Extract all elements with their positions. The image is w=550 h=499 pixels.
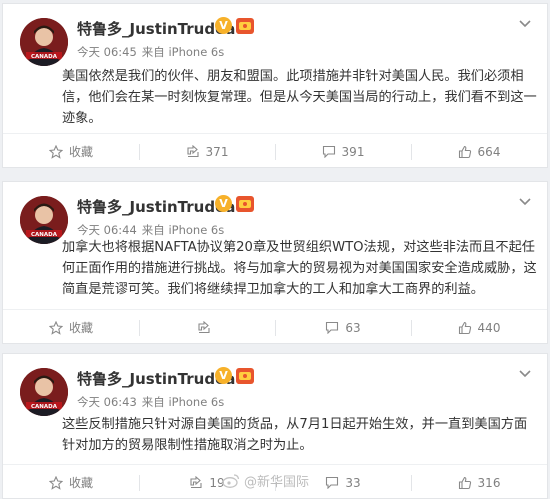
avatar[interactable]: CANADA	[20, 18, 68, 66]
post-text: 美国依然是我们的伙伴、朋友和盟国。此项措施并非针对美国人民。我们必须相信，他们会…	[62, 69, 537, 126]
action-bar: 收藏 63 440	[3, 309, 547, 345]
rank-badge-icon	[236, 17, 254, 34]
post-source: 来自 iPhone 6s	[141, 223, 225, 237]
favorite-button[interactable]: 收藏	[3, 310, 139, 345]
post-source: 来自 iPhone 6s	[141, 45, 225, 59]
repost-count: 371	[205, 144, 229, 159]
like-icon	[458, 321, 471, 334]
comment-count: 33	[345, 475, 361, 490]
watermark-text: @新华国际	[244, 475, 310, 490]
badges: V	[215, 17, 254, 34]
star-icon	[48, 320, 63, 335]
like-count: 664	[477, 144, 501, 159]
action-bar: 收藏 371 391 664	[3, 133, 547, 169]
comment-icon	[326, 476, 339, 489]
repost-button[interactable]	[139, 310, 275, 345]
verified-v-icon: V	[215, 367, 232, 384]
comment-count: 391	[341, 144, 365, 159]
comment-icon	[326, 321, 339, 334]
like-button[interactable]: 440	[411, 310, 547, 345]
comment-count: 63	[345, 320, 361, 335]
post-time[interactable]: 今天 06:45	[77, 45, 137, 59]
comment-button[interactable]: 63	[275, 310, 411, 345]
weibo-logo-icon	[222, 474, 240, 488]
favorite-button[interactable]: 收藏	[3, 134, 139, 169]
post-time[interactable]: 今天 06:44	[77, 223, 137, 237]
star-icon	[48, 475, 63, 490]
verified-v-icon: V	[215, 17, 232, 34]
like-icon	[458, 476, 471, 489]
weibo-feed: CANADA 特鲁多_JustinTrudeau V 今天 06:45 来自 iP…	[0, 0, 550, 499]
like-button[interactable]: 664	[411, 134, 547, 169]
svg-text:CANADA: CANADA	[31, 404, 58, 410]
favorite-label: 收藏	[68, 476, 93, 490]
post-meta: 今天 06:44 来自 iPhone 6s	[77, 222, 229, 238]
comment-button[interactable]: 391	[275, 134, 411, 169]
post-text: 加拿大也将根据NAFTA协议第20章及世贸组织WTO法规，对这些非法而且不起任何…	[62, 240, 537, 297]
post-source: 来自 iPhone 6s	[141, 395, 225, 409]
badges: V	[215, 195, 254, 212]
post-text: 这些反制措施只针对源自美国的货品，从7月1日起开始生效，并一直到美国方面针对加方…	[62, 417, 528, 453]
svg-text:CANADA: CANADA	[31, 232, 58, 238]
post-card: CANADA 特鲁多_JustinTrudeau V 今天 06:45 来自 iP…	[2, 3, 548, 168]
like-count: 440	[477, 320, 501, 335]
svg-text:CANADA: CANADA	[31, 54, 58, 60]
repost-button[interactable]: 371	[139, 134, 275, 169]
rank-badge-icon	[236, 195, 254, 212]
post-time[interactable]: 今天 06:43	[77, 395, 137, 409]
repost-icon	[186, 145, 199, 158]
chevron-down-icon[interactable]	[517, 16, 533, 32]
watermark: @新华国际	[222, 471, 309, 490]
star-icon	[48, 144, 63, 159]
verified-v-icon: V	[215, 195, 232, 212]
like-icon	[458, 145, 471, 158]
favorite-label: 收藏	[68, 321, 93, 335]
rank-badge-icon	[236, 367, 254, 384]
like-count: 316	[477, 475, 501, 490]
favorite-label: 收藏	[68, 145, 93, 159]
avatar[interactable]: CANADA	[20, 196, 68, 244]
post-card: CANADA 特鲁多_JustinTrudeau V 今天 06:44 来自 iP…	[2, 181, 548, 344]
favorite-button[interactable]: 收藏	[3, 465, 139, 499]
chevron-down-icon[interactable]	[517, 194, 533, 210]
post-meta: 今天 06:45 来自 iPhone 6s	[77, 44, 229, 60]
repost-icon	[198, 321, 210, 334]
comment-icon	[322, 145, 335, 158]
chevron-down-icon[interactable]	[517, 366, 533, 382]
like-button[interactable]: 316	[411, 465, 547, 499]
repost-icon	[190, 476, 202, 489]
badges: V	[215, 367, 254, 384]
post-meta: 今天 06:43 来自 iPhone 6s	[77, 394, 229, 410]
avatar[interactable]: CANADA	[20, 368, 68, 416]
